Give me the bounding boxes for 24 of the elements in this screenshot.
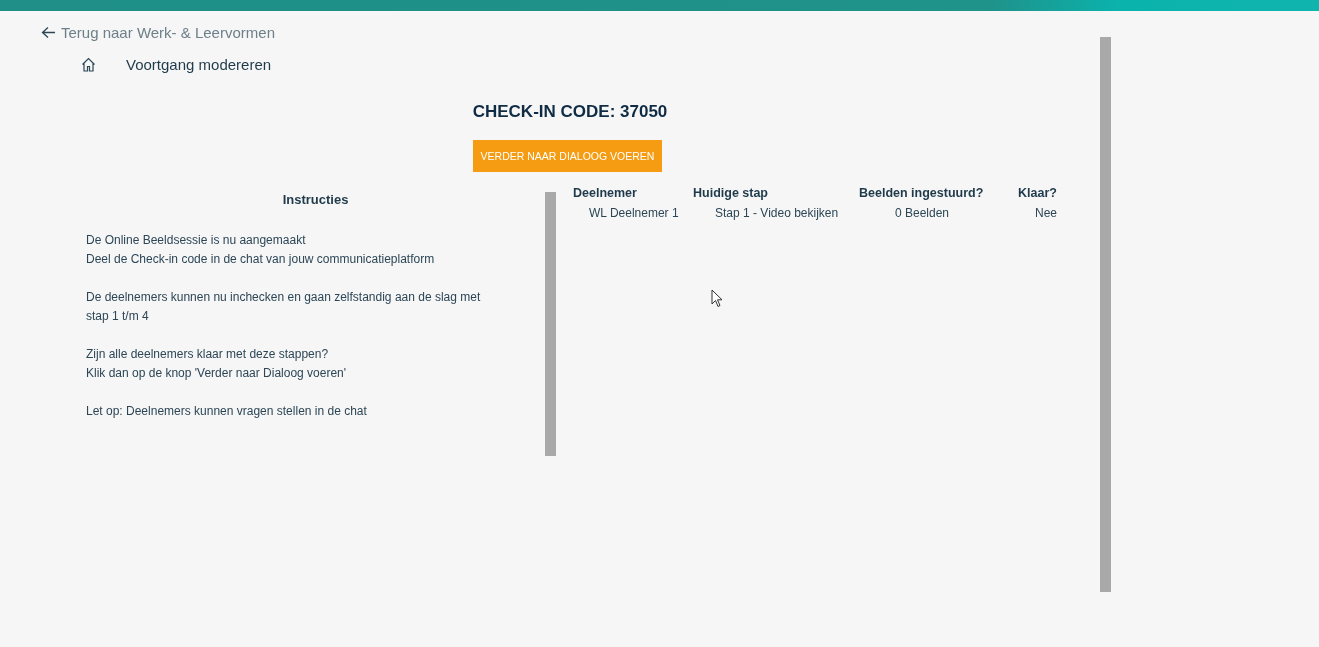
scrollbar[interactable]: [1100, 37, 1111, 592]
table-cell-text: Stap 1 - Video bekijken: [714, 206, 840, 220]
instruction-text: Let op: Deelnemers kunnen vragen stellen in de chat: [86, 403, 367, 420]
arrow-left-icon: [41, 26, 56, 39]
column-header: Klaar?: [1017, 186, 1057, 202]
column-header: Deelnemer: [573, 186, 693, 206]
back-link[interactable]: Terug naar Werk- & Leervormen: [41, 24, 275, 41]
table-cell-text: WL Deelnemer 1: [588, 206, 680, 220]
instructions-heading: Instructies: [281, 192, 350, 207]
table-cell-text: Nee: [1034, 206, 1057, 220]
check-in-code: CHECK-IN CODE: 37050: [471, 102, 669, 122]
column-header: Beelden ingestuurd?: [859, 186, 985, 202]
instruction-text: Zijn alle deelnemers klaar met deze stappen?: [86, 346, 329, 363]
scrollbar[interactable]: [545, 192, 556, 456]
column-header: Huidige stap: [693, 186, 859, 206]
mouse-cursor-icon: [711, 289, 724, 308]
home-icon[interactable]: [80, 56, 97, 73]
table-cell-text: 0 Beelden: [893, 206, 950, 220]
instruction-text: Klik dan op de knop 'Verder naar Dialoog voeren': [86, 365, 347, 382]
instruction-text: De deelnemers kunnen nu inchecken en gaan zelfstandig aan de slag met stap 1 t/m 4: [86, 289, 482, 325]
instruction-text: De Online Beeldsessie is nu aangemaakt: [86, 232, 306, 249]
instruction-text: Deel de Check-in code in de chat van jouw communicatieplatform: [86, 251, 435, 268]
continue-button[interactable]: VERDER NAAR DIALOOG VOEREN: [472, 140, 663, 172]
page-title: Voortgang modereren: [126, 56, 272, 73]
